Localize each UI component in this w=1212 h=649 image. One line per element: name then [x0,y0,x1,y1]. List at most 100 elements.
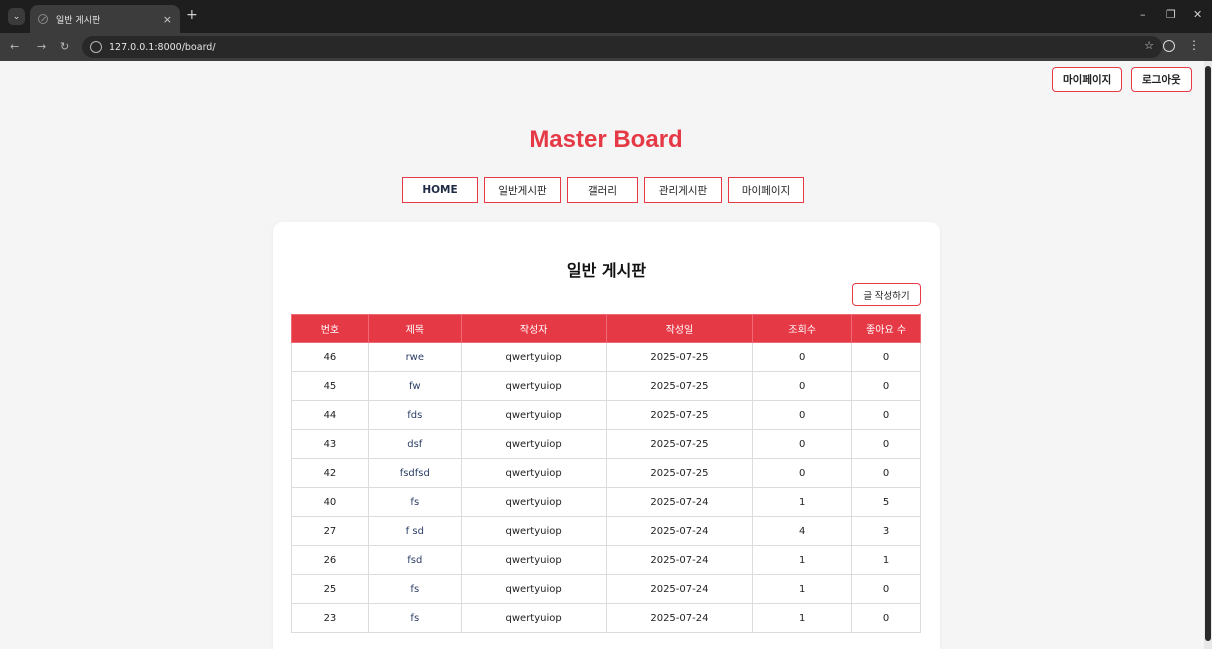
write-post-button[interactable]: 글 작성하기 [852,283,921,306]
col-date: 작성일 [605,314,754,343]
post-author: qwertyuiop [460,516,607,546]
table-row: 40 fs qwertyuiop 2025-07-24 1 5 [291,487,921,517]
browser-tab-bar: ⌄ 일반 게시판 × + – ❐ ✕ [0,0,1212,33]
post-number: 27 [291,516,369,546]
post-likes: 0 [851,371,921,401]
table-row: 23 fs qwertyuiop 2025-07-24 1 0 [291,603,921,633]
menu-kebab-icon[interactable]: ⋮ [1188,38,1200,52]
post-likes: 3 [851,516,921,546]
post-author: qwertyuiop [460,545,607,575]
profile-icon[interactable] [1163,40,1175,52]
post-number: 45 [291,371,369,401]
post-likes: 0 [851,458,921,488]
post-date: 2025-07-24 [605,545,754,575]
post-number: 23 [291,603,369,633]
post-date: 2025-07-25 [605,342,754,372]
post-date: 2025-07-24 [605,487,754,517]
forward-arrow-icon[interactable]: → [37,40,46,53]
logout-button[interactable]: 로그아웃 [1131,67,1192,92]
url-text: 127.0.0.1:8000/board/ [109,41,216,53]
post-likes: 0 [851,342,921,372]
tab-title: 일반 게시판 [56,15,101,26]
post-views: 0 [752,371,853,401]
nav-mypage[interactable]: 마이페이지 [728,177,804,203]
post-likes: 0 [851,603,921,633]
post-author: qwertyuiop [460,400,607,430]
col-author: 작성자 [460,314,607,343]
post-title-link[interactable]: dsf [367,429,462,459]
table-header-row: 번호 제목 작성자 작성일 조회수 좋아요 수 [291,314,921,343]
col-number: 번호 [291,314,369,343]
col-likes: 좋아요 수 [851,314,921,343]
tab-search-dropdown-icon[interactable]: ⌄ [8,8,25,25]
post-title-link[interactable]: rwe [367,342,462,372]
browser-tab[interactable]: 일반 게시판 × [30,5,180,33]
table-row: 45 fw qwertyuiop 2025-07-25 0 0 [291,371,921,401]
post-author: qwertyuiop [460,429,607,459]
post-date: 2025-07-24 [605,603,754,633]
window-close-icon[interactable]: ✕ [1193,8,1202,21]
table-row: 44 fds qwertyuiop 2025-07-25 0 0 [291,400,921,430]
post-author: qwertyuiop [460,342,607,372]
table-row: 27 f sd qwertyuiop 2025-07-24 4 3 [291,516,921,546]
col-views: 조회수 [752,314,853,343]
board-title: 일반 게시판 [566,261,647,280]
site-info-icon[interactable] [90,41,102,53]
post-title-link[interactable]: fs [367,574,462,604]
post-views: 1 [752,487,853,517]
table-row: 26 fsd qwertyuiop 2025-07-24 1 1 [291,545,921,575]
post-views: 0 [752,458,853,488]
post-views: 1 [752,545,853,575]
post-views: 4 [752,516,853,546]
loading-favicon-icon [38,14,48,24]
post-title-link[interactable]: fs [367,603,462,633]
col-title: 제목 [367,314,462,343]
post-date: 2025-07-24 [605,574,754,604]
post-likes: 1 [851,545,921,575]
nav-gallery[interactable]: 갤러리 [567,177,638,203]
post-title-link[interactable]: f sd [367,516,462,546]
post-likes: 0 [851,574,921,604]
bookmark-star-icon[interactable]: ☆ [1144,39,1154,52]
post-title-link[interactable]: fw [367,371,462,401]
back-arrow-icon[interactable]: ← [10,40,19,53]
post-views: 0 [752,400,853,430]
nav-general-board[interactable]: 일반게시판 [484,177,561,203]
main-nav: HOME 일반게시판 갤러리 관리게시판 마이페이지 [402,177,804,203]
post-title-link[interactable]: fsd [367,545,462,575]
post-number: 25 [291,574,369,604]
post-title-link[interactable]: fsdfsd [367,458,462,488]
browser-toolbar: ← → ↻ 127.0.0.1:8000/board/ ☆ ⋮ [0,33,1212,61]
mypage-button[interactable]: 마이페이지 [1052,67,1123,92]
nav-home[interactable]: HOME [402,177,478,203]
table-row: 43 dsf qwertyuiop 2025-07-25 0 0 [291,429,921,459]
minimize-icon[interactable]: – [1140,8,1146,21]
post-likes: 0 [851,429,921,459]
reload-icon[interactable]: ↻ [60,40,69,53]
post-number: 40 [291,487,369,517]
post-date: 2025-07-25 [605,371,754,401]
post-author: qwertyuiop [460,487,607,517]
tab-close-icon[interactable]: × [163,13,172,26]
table-row: 25 fs qwertyuiop 2025-07-24 1 0 [291,574,921,604]
post-title-link[interactable]: fs [367,487,462,517]
nav-admin-board[interactable]: 관리게시판 [644,177,722,203]
post-date: 2025-07-25 [605,429,754,459]
post-number: 44 [291,400,369,430]
post-author: qwertyuiop [460,603,607,633]
post-number: 42 [291,458,369,488]
address-bar[interactable]: 127.0.0.1:8000/board/ [82,36,1162,58]
post-table: 번호 제목 작성자 작성일 조회수 좋아요 수 46 rwe qwertyuio… [291,314,921,633]
post-title-link[interactable]: fds [367,400,462,430]
scrollbar-thumb[interactable] [1205,66,1211,641]
page-viewport: 마이페이지 로그아웃 Master Board HOME 일반게시판 갤러리 관… [0,61,1204,649]
post-number: 43 [291,429,369,459]
site-title: Master Board [529,126,683,153]
restore-icon[interactable]: ❐ [1166,8,1176,21]
post-number: 46 [291,342,369,372]
post-author: qwertyuiop [460,458,607,488]
new-tab-icon[interactable]: + [186,8,198,22]
table-row: 42 fsdfsd qwertyuiop 2025-07-25 0 0 [291,458,921,488]
post-likes: 5 [851,487,921,517]
post-author: qwertyuiop [460,574,607,604]
